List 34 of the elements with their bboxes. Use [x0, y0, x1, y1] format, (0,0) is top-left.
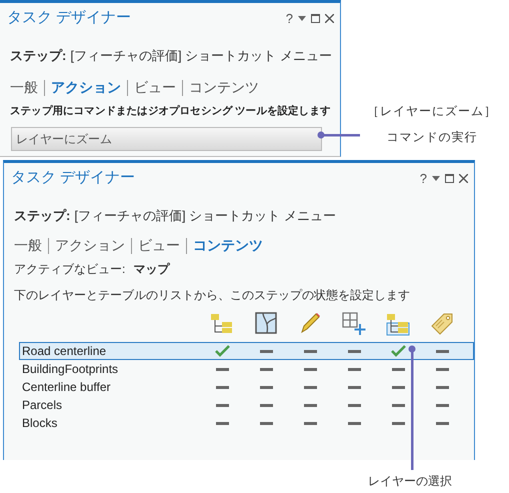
callout-text: コマンドの実行 [386, 129, 478, 146]
layer-row[interactable]: Blocks [19, 414, 474, 432]
layer-name: BuildingFootprints [21, 361, 120, 378]
active-view-label: アクティブなビュー: [14, 261, 126, 278]
layer-row[interactable]: Parcels [19, 396, 474, 414]
step-label: ステップ: [14, 206, 70, 224]
layer-name: Centerline buffer [21, 379, 112, 396]
layer-name: Parcels [21, 397, 64, 414]
tab[interactable]: 一般 [10, 77, 38, 98]
layer-row[interactable]: Road centerline [19, 342, 474, 360]
active-view-value: マップ [133, 261, 170, 278]
help-button[interactable]: ? [286, 8, 293, 28]
help-button[interactable]: ? [420, 168, 427, 188]
window-title: タスク デザイナー [7, 8, 132, 28]
callout-text: レイヤーの選択 [368, 473, 452, 490]
window-title: タスク デザイナー [11, 168, 136, 188]
layer-row[interactable]: Centerline buffer [19, 378, 474, 396]
tab[interactable]: アクション [51, 77, 121, 98]
tab[interactable]: 一般 [14, 235, 42, 256]
tab[interactable]: ビュー [134, 77, 176, 98]
layer-row[interactable]: BuildingFootprints [19, 360, 474, 378]
step-label: ステップ: [10, 46, 66, 64]
step-name: [フィーチャの評価] ショートカット メニュー [74, 206, 336, 225]
tab[interactable]: ビュー [138, 235, 180, 256]
tab[interactable]: コンテンツ [189, 77, 259, 98]
step-name: [フィーチャの評価] ショートカット メニュー [70, 46, 332, 65]
tab[interactable]: コンテンツ [193, 235, 263, 256]
layer-name: Blocks [21, 415, 58, 432]
callout-text: ［レイヤーにズーム］ [367, 103, 497, 120]
layer-name: Road centerline [21, 343, 108, 360]
command-dropdown[interactable]: レイヤーにズーム [11, 126, 322, 151]
description: ステップ用にコマンドまたはジオプロセシング ツールを設定します [9, 104, 332, 119]
description: 下のレイヤーとテーブルのリストから、このステップの状態を設定します [13, 287, 411, 304]
tab[interactable]: アクション [55, 235, 125, 256]
